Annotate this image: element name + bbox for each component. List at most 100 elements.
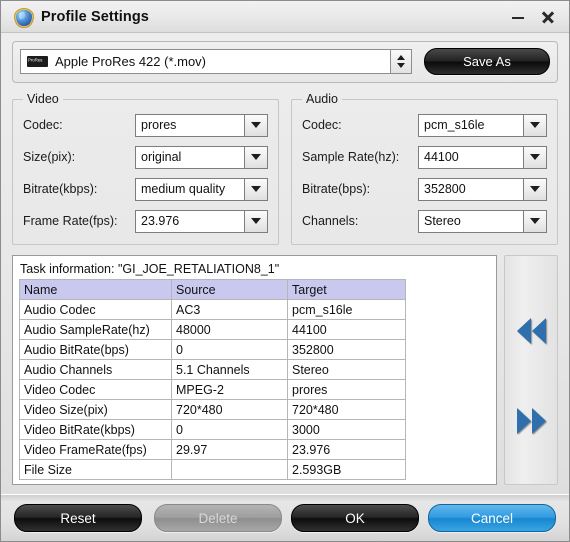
double-arrow-right-icon[interactable] <box>505 408 557 434</box>
profile-spinner-button[interactable] <box>390 49 412 74</box>
audio-samplerate-select[interactable]: 44100 <box>418 145 547 169</box>
table-row: Video Size(pix) 720*480 720*480 <box>19 399 406 420</box>
profile-selector-row: Apple ProRes 422 (*.mov) Save As <box>12 41 558 83</box>
column-header-source: Source <box>171 279 288 300</box>
delete-button: Delete <box>154 504 282 532</box>
video-framerate-value: 23.976 <box>135 209 244 233</box>
video-group-legend: Video <box>27 92 59 106</box>
cell-name: Video FrameRate(fps) <box>19 439 172 460</box>
audio-codec-chevron-down-icon[interactable] <box>523 113 547 137</box>
cell-target: 720*480 <box>287 399 406 420</box>
table-row: Audio BitRate(bps) 0 352800 <box>19 339 406 360</box>
cell-target: Stereo <box>287 359 406 380</box>
cell-target: prores <box>287 379 406 400</box>
table-row: Audio Channels 5.1 Channels Stereo <box>19 359 406 380</box>
cell-name: Video Codec <box>19 379 172 400</box>
video-bitrate-label: Bitrate(kbps): <box>23 182 98 196</box>
audio-codec-select[interactable]: pcm_s16le <box>418 113 547 137</box>
video-framerate-row: Frame Rate(fps): 23.976 <box>23 208 268 234</box>
video-codec-chevron-down-icon[interactable] <box>244 113 268 137</box>
audio-codec-value: pcm_s16le <box>418 113 523 137</box>
profile-combobox[interactable]: Apple ProRes 422 (*.mov) <box>20 49 412 74</box>
cell-target: 3000 <box>287 419 406 440</box>
cell-name: Audio SampleRate(hz) <box>19 319 172 340</box>
profile-selected-value: Apple ProRes 422 (*.mov) <box>55 54 207 69</box>
audio-codec-row: Codec: pcm_s16le <box>302 112 547 138</box>
ok-button[interactable]: OK <box>291 504 419 532</box>
audio-bitrate-select[interactable]: 352800 <box>418 177 547 201</box>
audio-channels-chevron-down-icon[interactable] <box>523 209 547 233</box>
video-framerate-label: Frame Rate(fps): <box>23 214 118 228</box>
audio-bitrate-row: Bitrate(bps): 352800 <box>302 176 547 202</box>
audio-samplerate-chevron-down-icon[interactable] <box>523 145 547 169</box>
audio-group-legend: Audio <box>306 92 338 106</box>
reset-button[interactable]: Reset <box>14 504 142 532</box>
task-information-panel: Task information: "GI_JOE_RETALIATION8_1… <box>12 255 497 485</box>
audio-samplerate-value: 44100 <box>418 145 523 169</box>
table-row: Video FrameRate(fps) 29.97 23.976 <box>19 439 406 460</box>
video-size-label: Size(pix): <box>23 150 76 164</box>
audio-bitrate-label: Bitrate(bps): <box>302 182 371 196</box>
task-section: Task information: "GI_JOE_RETALIATION8_1… <box>12 255 558 485</box>
cell-source: 5.1 Channels <box>171 359 288 380</box>
profile-field[interactable]: Apple ProRes 422 (*.mov) <box>20 49 390 74</box>
video-codec-value: prores <box>135 113 244 137</box>
prores-badge-icon <box>27 56 48 67</box>
video-bitrate-chevron-down-icon[interactable] <box>244 177 268 201</box>
video-size-value: original <box>135 145 244 169</box>
cell-target: pcm_s16le <box>287 299 406 320</box>
table-row: Audio Codec AC3 pcm_s16le <box>19 299 406 320</box>
table-row: Video Codec MPEG-2 prores <box>19 379 406 400</box>
video-framerate-chevron-down-icon[interactable] <box>244 209 268 233</box>
cell-source: MPEG-2 <box>171 379 288 400</box>
table-row: File Size 2.593GB <box>19 459 406 480</box>
double-arrow-left-icon[interactable] <box>505 318 557 344</box>
audio-samplerate-row: Sample Rate(hz): 44100 <box>302 144 547 170</box>
cell-name: Audio Channels <box>19 359 172 380</box>
settings-groups: Video Codec: prores Size(pix): original … <box>12 92 558 245</box>
cell-name: Audio BitRate(bps) <box>19 339 172 360</box>
free-disk-space-label: Free disk space:59.712GB <box>20 484 490 485</box>
audio-bitrate-value: 352800 <box>418 177 523 201</box>
footer-bar: Reset Delete OK Cancel <box>1 494 569 541</box>
cell-source <box>171 459 288 480</box>
audio-settings-group: Audio Codec: pcm_s16le Sample Rate(hz): … <box>291 92 558 245</box>
audio-channels-value: Stereo <box>418 209 523 233</box>
table-body: Audio Codec AC3 pcm_s16le Audio SampleRa… <box>19 299 406 480</box>
audio-channels-row: Channels: Stereo <box>302 208 547 234</box>
chevron-up-icon <box>397 55 405 60</box>
cell-name: Video Size(pix) <box>19 399 172 420</box>
video-bitrate-select[interactable]: medium quality <box>135 177 268 201</box>
cancel-button[interactable]: Cancel <box>428 504 556 532</box>
save-as-button[interactable]: Save As <box>424 48 550 75</box>
close-icon[interactable] <box>540 9 556 25</box>
video-size-select[interactable]: original <box>135 145 268 169</box>
video-size-chevron-down-icon[interactable] <box>244 145 268 169</box>
task-information-title: Task information: "GI_JOE_RETALIATION8_1… <box>20 262 280 276</box>
task-information-table: Name Source Target Audio Codec AC3 pcm_s… <box>19 279 406 480</box>
cell-source: 0 <box>171 339 288 360</box>
app-shield-icon <box>14 7 34 28</box>
table-header-row: Name Source Target <box>19 279 406 300</box>
navigation-panel <box>504 255 558 485</box>
cell-target: 2.593GB <box>287 459 406 480</box>
profile-settings-window: Profile Settings Apple ProRes 422 (*.mov… <box>0 0 570 542</box>
cell-source: AC3 <box>171 299 288 320</box>
cell-name: File Size <box>19 459 172 480</box>
cell-source: 0 <box>171 419 288 440</box>
column-header-name: Name <box>19 279 172 300</box>
column-header-target: Target <box>287 279 406 300</box>
video-codec-select[interactable]: prores <box>135 113 268 137</box>
cell-source: 48000 <box>171 319 288 340</box>
video-codec-label: Codec: <box>23 118 63 132</box>
cell-name: Video BitRate(kbps) <box>19 419 172 440</box>
cell-target: 352800 <box>287 339 406 360</box>
audio-samplerate-label: Sample Rate(hz): <box>302 150 400 164</box>
cell-source: 720*480 <box>171 399 288 420</box>
audio-channels-select[interactable]: Stereo <box>418 209 547 233</box>
video-framerate-select[interactable]: 23.976 <box>135 209 268 233</box>
window-title: Profile Settings <box>41 8 149 25</box>
audio-bitrate-chevron-down-icon[interactable] <box>523 177 547 201</box>
table-row: Video BitRate(kbps) 0 3000 <box>19 419 406 440</box>
minimize-icon[interactable] <box>510 9 526 25</box>
